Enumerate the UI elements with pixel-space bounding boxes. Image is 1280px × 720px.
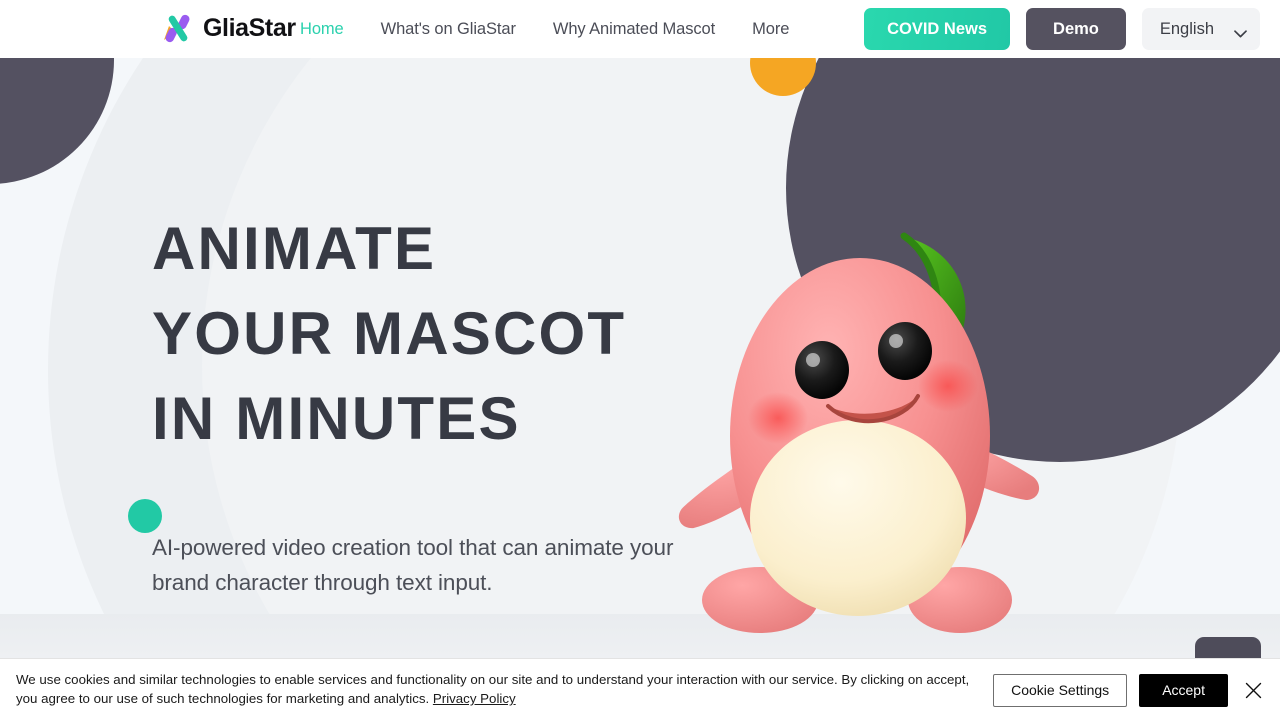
hero-cta-button-partial[interactable]: [1195, 637, 1261, 658]
accept-cookies-button[interactable]: Accept: [1139, 673, 1228, 707]
nav-actions: COVID News Demo English: [864, 0, 1260, 58]
nav-link-whats-on-gliastar[interactable]: What's on GliaStar: [381, 20, 516, 39]
page-root: GliaStar Home What's on GliaStar Why Ani…: [0, 0, 1280, 720]
cookie-settings-button[interactable]: Cookie Settings: [993, 673, 1128, 707]
hero-section: ANIMATE YOUR MASCOT IN MINUTES AI-powere…: [0, 58, 1280, 658]
gliastar-x-logo-icon: [160, 11, 194, 45]
pink-bean-mascot-illustration: [660, 218, 1060, 648]
brand-logo[interactable]: GliaStar: [160, 11, 296, 45]
language-selector[interactable]: English: [1141, 8, 1260, 50]
close-icon[interactable]: [1240, 677, 1266, 703]
background-ground-strip: [0, 614, 1280, 658]
language-selector-value: English: [1159, 19, 1214, 38]
cookie-banner-text: We use cookies and similar technologies …: [16, 670, 991, 708]
top-navigation-bar: GliaStar Home What's on GliaStar Why Ani…: [0, 0, 1280, 58]
cookie-consent-banner: We use cookies and similar technologies …: [0, 658, 1280, 720]
nav-links: Home What's on GliaStar Why Animated Mas…: [300, 0, 789, 58]
nav-link-more[interactable]: More: [752, 20, 789, 39]
chevron-down-icon: [1234, 25, 1247, 38]
covid-news-button[interactable]: COVID News: [864, 8, 1011, 50]
nav-link-home[interactable]: Home: [300, 20, 344, 39]
brand-name: GliaStar: [203, 14, 296, 42]
cookie-banner-actions: Cookie Settings Accept: [993, 659, 1266, 720]
privacy-policy-link[interactable]: Privacy Policy: [433, 691, 516, 706]
demo-button[interactable]: Demo: [1026, 8, 1126, 50]
hero-subtitle: AI-powered video creation tool that can …: [152, 535, 674, 595]
teal-accent-dot: [128, 499, 162, 533]
nav-link-why-animated-mascot[interactable]: Why Animated Mascot: [553, 20, 715, 39]
